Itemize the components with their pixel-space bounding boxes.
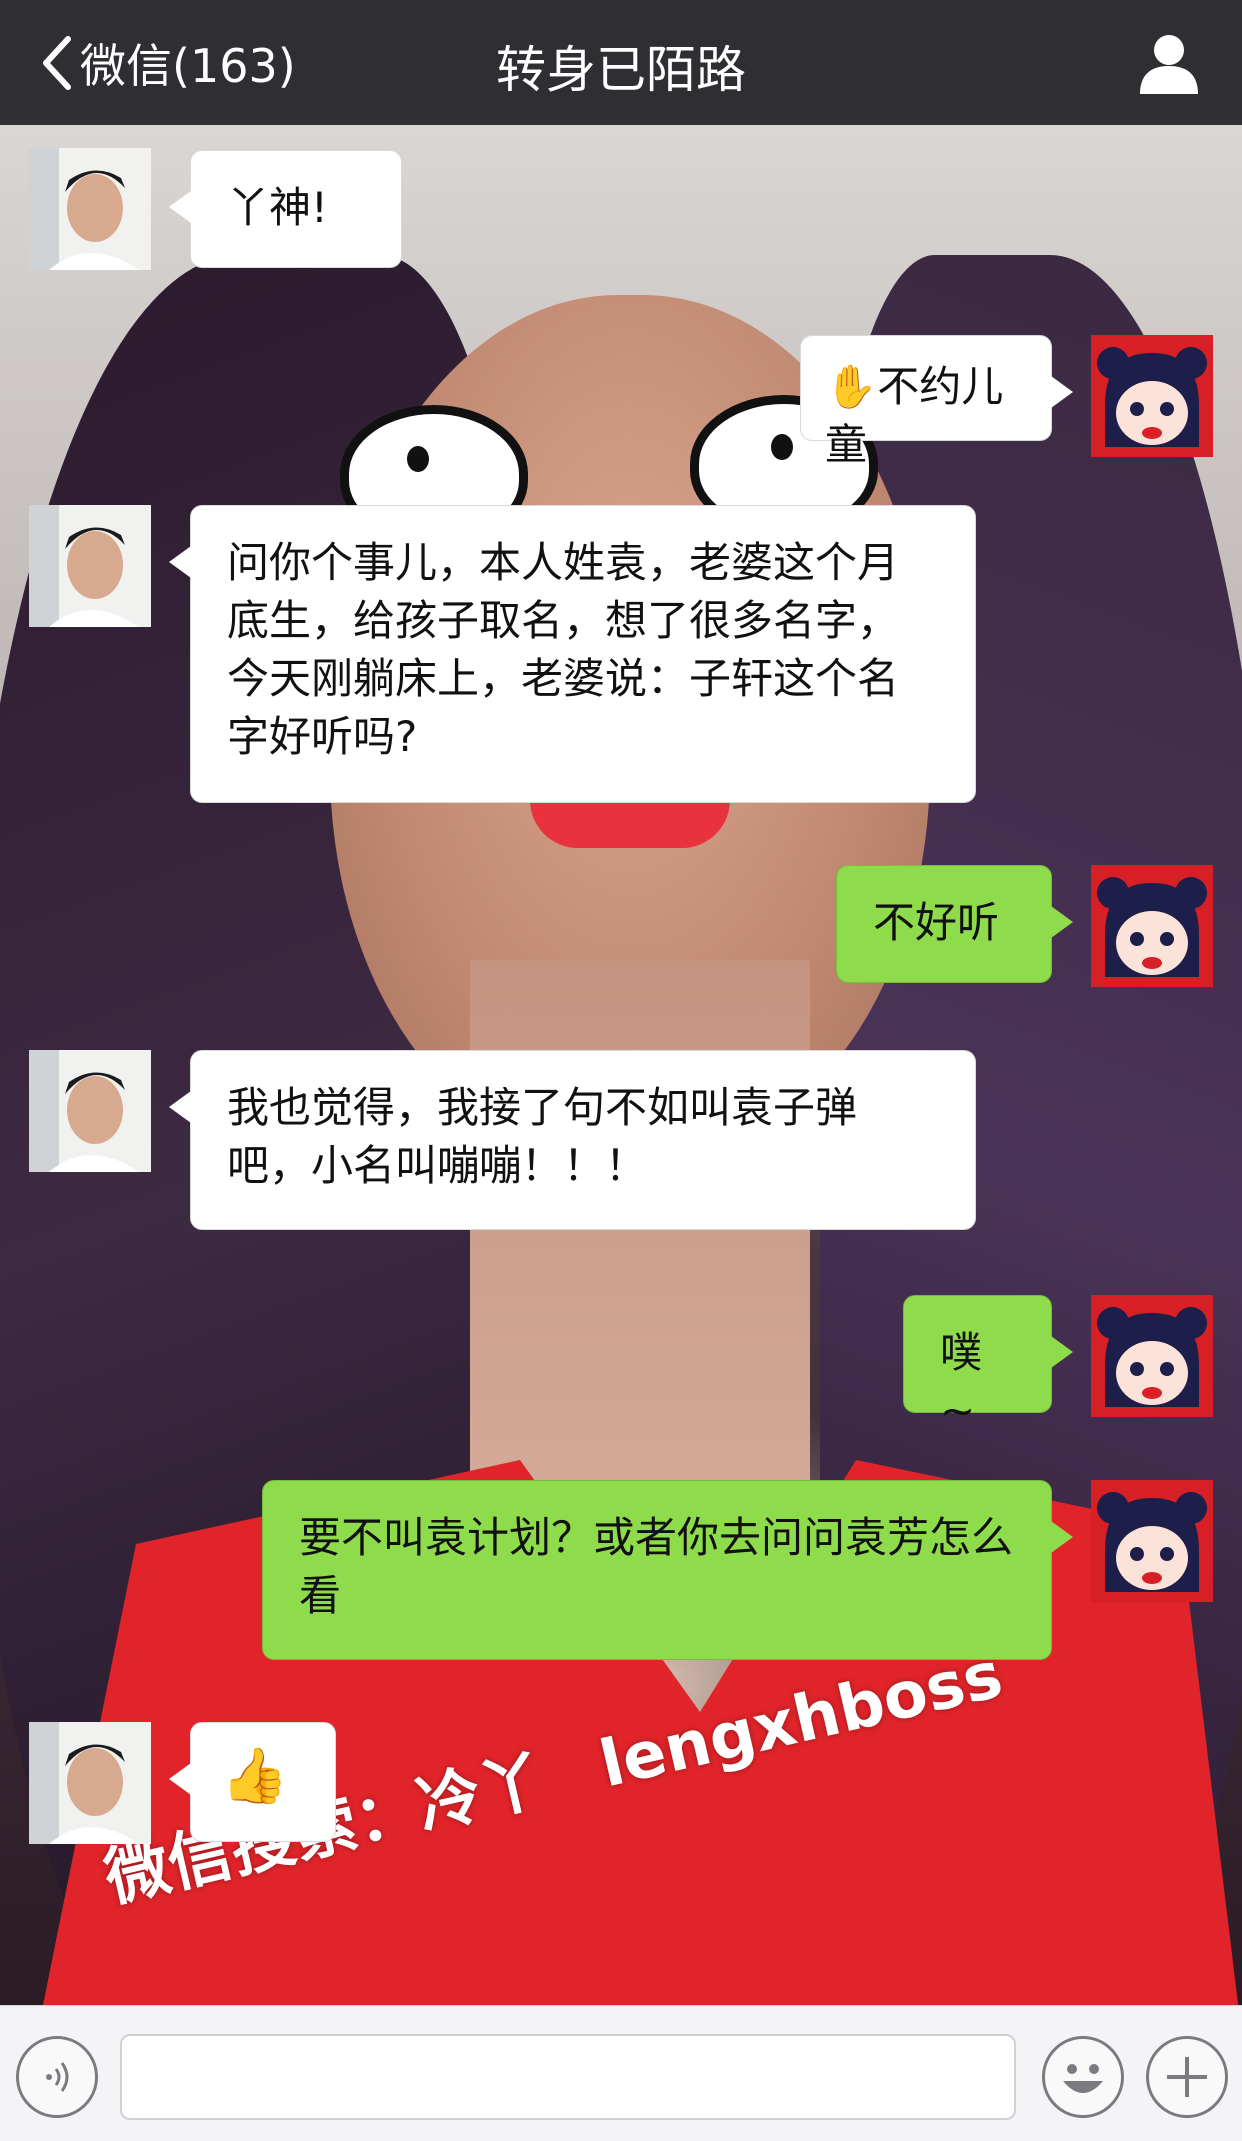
message-text: 要不叫袁计划？或者你去问问袁芳怎么看 [299,1513,1014,1620]
contact-avatar-image [29,148,151,270]
self-avatar[interactable] [1091,335,1213,457]
contact-avatar[interactable] [29,1050,151,1172]
smiley-icon [1063,2064,1103,2093]
message-text: 丫神! [227,183,328,232]
raised-hand-emoji: ✋ [825,362,878,411]
contact-avatar[interactable] [29,505,151,627]
plus-icon [1167,2057,1207,2097]
person-icon[interactable] [1136,30,1202,96]
self-avatar[interactable] [1091,1295,1213,1417]
message-bubble[interactable]: 噗~ [903,1295,1073,1435]
message-bubble[interactable]: 要不叫袁计划？或者你去问问袁芳怎么看 [262,1480,1073,1660]
message-input[interactable] [120,2034,1016,2120]
message-text: 不好听 [873,898,1000,947]
contact-avatar-image [29,1722,151,1844]
message-bubble[interactable]: 👍 [169,1722,336,1842]
background-lips [530,800,730,848]
message-text: 问你个事儿，本人姓袁，老婆这个月底生，给孩子取名，想了很多名字，今天刚躺床上，老… [227,538,900,761]
self-avatar-image [1091,865,1213,987]
contact-avatar[interactable] [29,1722,151,1844]
chevron-left-icon [43,36,71,90]
self-avatar-image [1091,1295,1213,1417]
self-avatar-image [1091,335,1213,457]
voice-icon [46,2062,69,2092]
chat-screen: 微信(163) 转身已陌路 微信搜索：冷丫lengxhboss 丫神! [0,0,1242,2141]
input-bar [0,2005,1242,2141]
background-neck [470,960,810,1520]
message-bubble[interactable]: 不好听 [836,865,1073,983]
emoji-button[interactable] [1042,2036,1124,2118]
message-bubble[interactable]: 丫神! [169,150,402,268]
voice-button[interactable] [16,2036,98,2118]
back-label: 微信(163) [80,39,296,93]
message-bubble[interactable]: 问你个事儿，本人姓袁，老婆这个月底生，给孩子取名，想了很多名字，今天刚躺床上，老… [169,505,976,803]
thumbs-up-emoji: 👍 [221,1744,289,1807]
message-bubble[interactable]: 我也觉得，我接了句不如叫袁子弹吧，小名叫嘣嘣！！！ [169,1050,976,1230]
chat-header: 微信(163) 转身已陌路 [0,0,1242,125]
add-button[interactable] [1146,2036,1228,2118]
contact-avatar-image [29,505,151,627]
back-button[interactable]: 微信(163) [40,28,296,98]
contact-avatar[interactable] [29,148,151,270]
self-avatar[interactable] [1091,1480,1213,1602]
self-avatar-image [1091,1480,1213,1602]
message-bubble[interactable]: ✋不约儿童 [800,335,1073,469]
message-text: 我也觉得，我接了句不如叫袁子弹吧，小名叫嘣嘣！！！ [227,1083,858,1190]
self-avatar[interactable] [1091,865,1213,987]
contact-avatar-image [29,1050,151,1172]
